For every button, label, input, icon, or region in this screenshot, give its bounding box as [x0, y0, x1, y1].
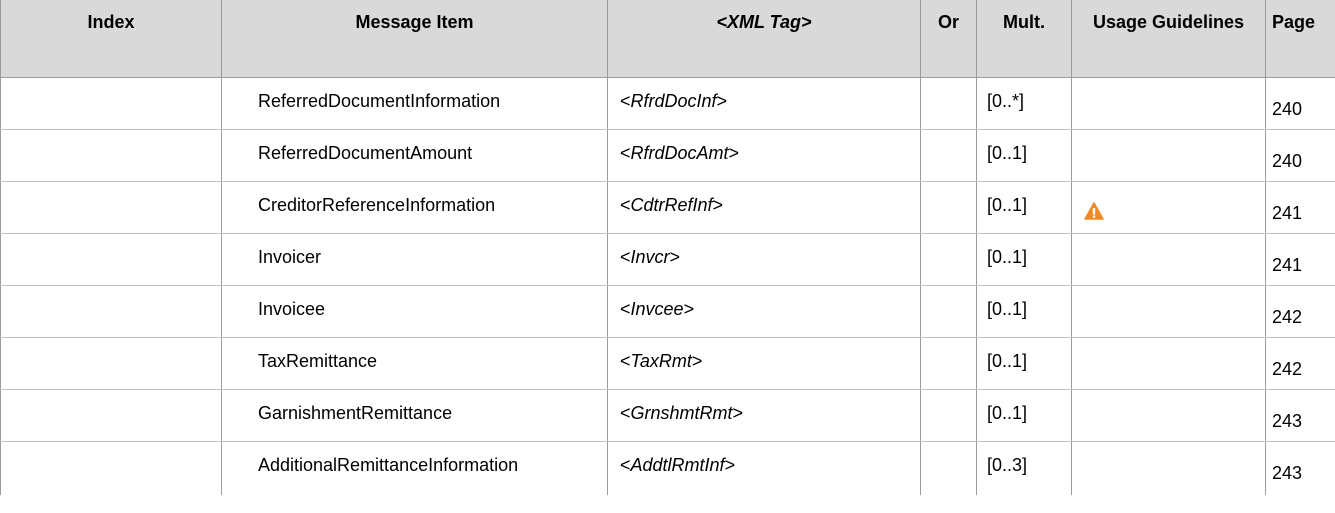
cell-xml-tag: <RfrdDocAmt>: [607, 129, 921, 182]
cell-xml-tag: <TaxRmt>: [607, 337, 921, 390]
cell-page: 242: [1265, 285, 1335, 338]
cell-xml-tag: <Invcee>: [607, 285, 921, 338]
cell-mult: [0..1]: [976, 181, 1072, 234]
cell-mult: [0..*]: [976, 77, 1072, 130]
cell-page: 241: [1265, 181, 1335, 234]
cell-message-item: TaxRemittance: [221, 337, 608, 390]
table-row: Invoicer <Invcr> [0..1] 241: [0, 233, 1335, 286]
cell-mult: [0..1]: [976, 389, 1072, 442]
cell-page: 243: [1265, 389, 1335, 442]
cell-message-item: ReferredDocumentInformation: [221, 77, 608, 130]
cell-or: [920, 337, 977, 390]
cell-page: 240: [1265, 77, 1335, 130]
cell-xml-tag: <Invcr>: [607, 233, 921, 286]
header-xml-tag: <XML Tag>: [607, 0, 921, 78]
header-or: Or: [920, 0, 977, 78]
xml-tag-text: RfrdDocInf: [630, 90, 717, 111]
xml-tag-text: CdtrRefInf: [630, 194, 713, 215]
cell-usage-guidelines: [1071, 77, 1266, 130]
cell-message-item: GarnishmentRemittance: [221, 389, 608, 442]
cell-page: 242: [1265, 337, 1335, 390]
table-row: CreditorReferenceInformation <CdtrRefInf>…: [0, 181, 1335, 234]
cell-usage-guidelines: [1071, 181, 1266, 234]
header-message-item: Message Item: [221, 0, 608, 78]
cell-or: [920, 233, 977, 286]
header-mult: Mult.: [976, 0, 1072, 78]
cell-page: 241: [1265, 233, 1335, 286]
cell-page: 240: [1265, 129, 1335, 182]
cell-xml-tag: <CdtrRefInf>: [607, 181, 921, 234]
cell-index: [0, 389, 222, 442]
header-usage-guidelines: Usage Guidelines: [1071, 0, 1266, 78]
cell-usage-guidelines: [1071, 389, 1266, 442]
cell-usage-guidelines: [1071, 441, 1266, 495]
header-page: Page: [1265, 0, 1335, 78]
cell-index: [0, 285, 222, 338]
cell-mult: [0..1]: [976, 285, 1072, 338]
table-row: TaxRemittance <TaxRmt> [0..1] 242: [0, 337, 1335, 390]
header-index: Index: [0, 0, 222, 78]
cell-or: [920, 389, 977, 442]
cell-or: [920, 285, 977, 338]
cell-or: [920, 181, 977, 234]
cell-or: [920, 441, 977, 495]
cell-message-item: AdditionalRemittanceInformation: [221, 441, 608, 495]
table-row: ReferredDocumentAmount <RfrdDocAmt> [0..1]…: [0, 129, 1335, 182]
xml-tag-text: Invcee: [630, 298, 684, 319]
cell-xml-tag: <RfrdDocInf>: [607, 77, 921, 130]
cell-usage-guidelines: [1071, 129, 1266, 182]
cell-message-item: Invoicer: [221, 233, 608, 286]
xml-tag-text: AddtlRmtInf: [630, 454, 725, 475]
cell-mult: [0..1]: [976, 129, 1072, 182]
cell-usage-guidelines: [1071, 285, 1266, 338]
cell-mult: [0..1]: [976, 233, 1072, 286]
table-row: AdditionalRemittanceInformation <AddtlRmt…: [0, 441, 1335, 495]
message-items-table: Index Message Item <XML Tag> Or Mult. Us…: [0, 0, 1335, 495]
cell-xml-tag: <AddtlRmtInf>: [607, 441, 921, 495]
cell-usage-guidelines: [1071, 337, 1266, 390]
warning-icon: [1084, 201, 1104, 220]
cell-index: [0, 129, 222, 182]
cell-mult: [0..1]: [976, 337, 1072, 390]
cell-index: [0, 441, 222, 495]
cell-or: [920, 129, 977, 182]
cell-index: [0, 233, 222, 286]
table-row: GarnishmentRemittance <GrnshmtRmt> [0..1] 2…: [0, 389, 1335, 442]
cell-index: [0, 77, 222, 130]
cell-mult: [0..3]: [976, 441, 1072, 495]
header-row: Index Message Item <XML Tag> Or Mult. Us…: [0, 0, 1335, 78]
xml-tag-text: TaxRmt: [630, 350, 692, 371]
table-row: ReferredDocumentInformation <RfrdDocInf> […: [0, 77, 1335, 130]
xml-tag-text: GrnshmtRmt: [630, 402, 733, 423]
cell-index: [0, 337, 222, 390]
table-row: Invoicee <Invcee> [0..1] 242: [0, 285, 1335, 338]
cell-xml-tag: <GrnshmtRmt>: [607, 389, 921, 442]
xml-tag-text: RfrdDocAmt: [630, 142, 729, 163]
cell-message-item: CreditorReferenceInformation: [221, 181, 608, 234]
cell-page: 243: [1265, 441, 1335, 495]
xml-tag-text: Invcr: [630, 246, 670, 267]
cell-or: [920, 77, 977, 130]
cell-message-item: Invoicee: [221, 285, 608, 338]
cell-index: [0, 181, 222, 234]
cell-message-item: ReferredDocumentAmount: [221, 129, 608, 182]
cell-usage-guidelines: [1071, 233, 1266, 286]
